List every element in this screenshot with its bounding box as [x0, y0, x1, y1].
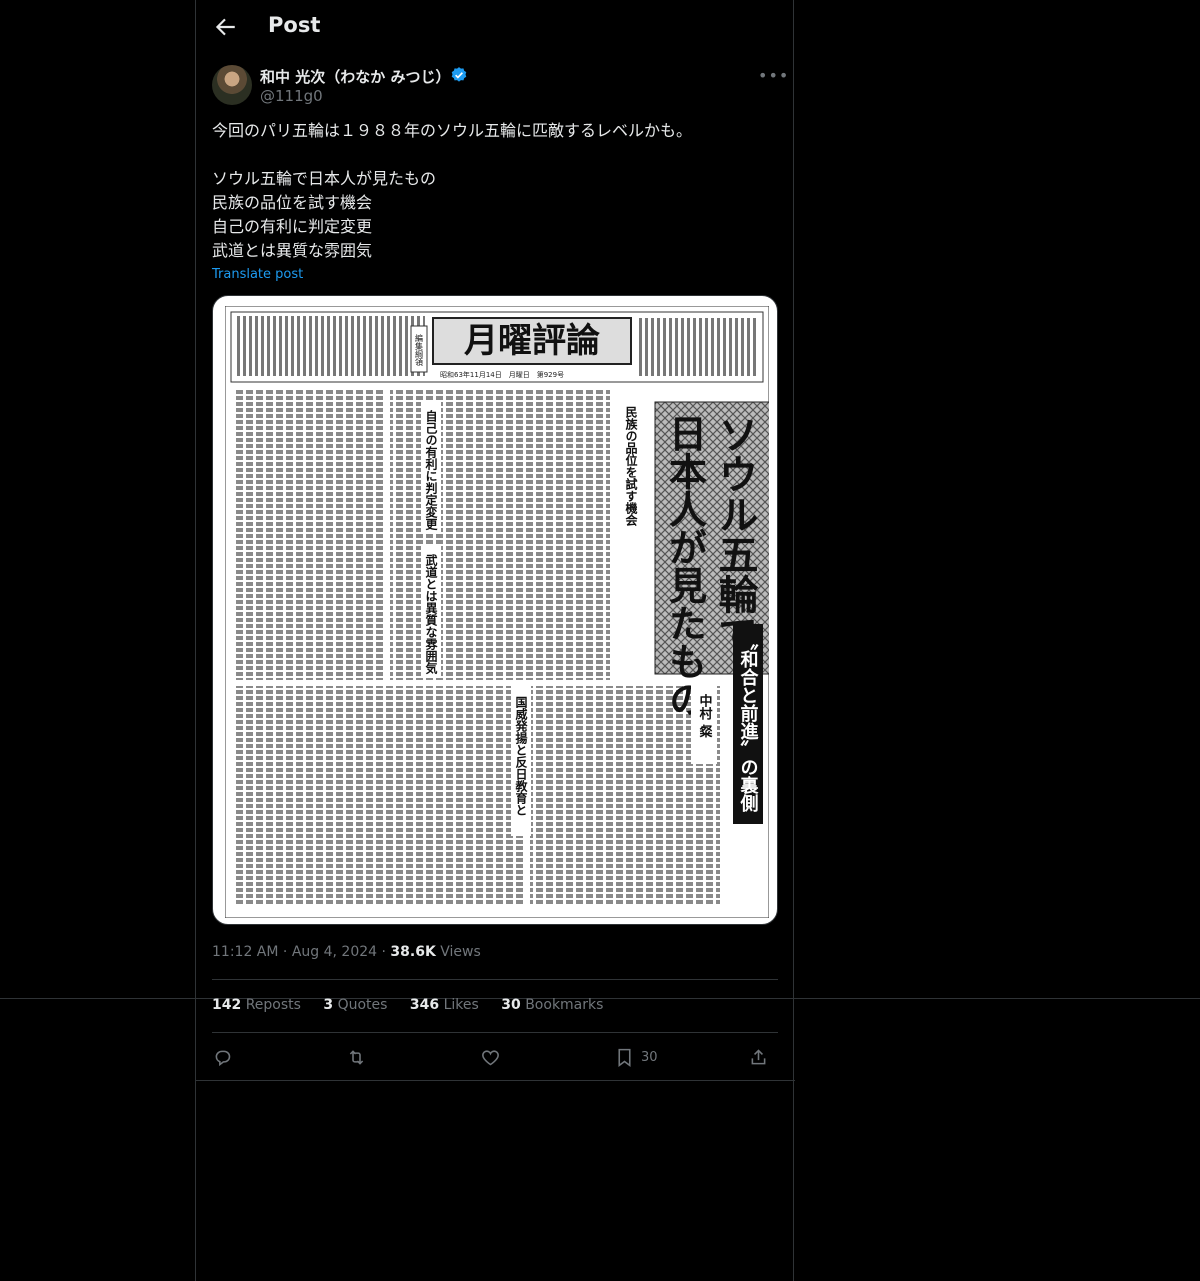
- newspaper-date-line: 昭和63年11月14日 月曜日 第929号: [440, 370, 564, 379]
- newspaper-subhead-1: 民族の品位を試す機会: [624, 406, 638, 527]
- newspaper-box-label: 編集綱領: [415, 333, 424, 367]
- back-arrow-icon[interactable]: [212, 14, 238, 40]
- bookmark-count: 30: [641, 1049, 658, 1065]
- action-bar: 30: [212, 1042, 778, 1072]
- share-icon: [751, 1048, 766, 1064]
- bookmark-button[interactable]: 30: [614, 1042, 658, 1072]
- views-label: Views: [440, 944, 481, 960]
- post-line: [212, 143, 772, 167]
- heart-icon: [482, 1049, 499, 1065]
- post-time[interactable]: 11:12 AM: [212, 944, 278, 960]
- post-line: 武道とは異質な雰囲気: [212, 241, 373, 260]
- views-count: 38.6K: [390, 944, 436, 960]
- translate-post-link[interactable]: Translate post: [212, 267, 303, 282]
- newspaper-subhead-2: 自己の有利に判定変更: [424, 409, 438, 531]
- repost-button[interactable]: [346, 1042, 367, 1072]
- newspaper-subhead-4: 国威発揚と反日教育と: [514, 696, 528, 816]
- bookmark-icon: [618, 1048, 631, 1067]
- divider: [212, 979, 778, 980]
- post-meta: 11:12 AM · Aug 4, 2024 · 38.6K Views: [212, 944, 481, 960]
- likes-stat[interactable]: 346 Likes: [410, 997, 479, 1013]
- author-name[interactable]: 和中 光次（わなか みつじ）: [260, 66, 450, 87]
- main-column: Post 和中 光次（わなか みつじ） @111g0 ••• 今回のパリ五輪は１…: [195, 0, 795, 1281]
- reply-button[interactable]: [212, 1042, 233, 1072]
- newspaper-masthead: 月曜評論: [464, 321, 600, 361]
- newspaper-headline-2: 日本人が見たもの: [663, 414, 708, 718]
- avatar[interactable]: [212, 65, 252, 105]
- post-text: 今回のパリ五輪は１９８８年のソウル五輪に匹敵するレベルかも。 ソウル五輪で日本人…: [212, 119, 772, 263]
- post-line: 民族の品位を試す機会: [212, 193, 373, 212]
- divider: [196, 1080, 795, 1081]
- author-handle[interactable]: @111g0: [260, 87, 323, 105]
- reply-icon: [215, 1050, 231, 1066]
- engagement-stats: 142 Reposts 3 Quotes 346 Likes 30 Bookma…: [212, 997, 621, 1013]
- repost-icon: [349, 1049, 364, 1065]
- newspaper-author: 中村 粲: [697, 693, 714, 739]
- bookmarks-stat[interactable]: 30 Bookmarks: [501, 997, 603, 1013]
- post-line: ソウル五輪で日本人が見たもの: [212, 169, 437, 188]
- newspaper-side-banner: 〝和合と前進〟の裏側: [738, 632, 760, 813]
- divider: [212, 1032, 778, 1033]
- post-line: 自己の有利に判定変更: [212, 217, 373, 236]
- newspaper-headline-1: ソウル五輪で: [712, 414, 759, 654]
- more-options-icon[interactable]: •••: [758, 66, 789, 85]
- post-image[interactable]: 月曜評論 昭和63年11月14日 月曜日 第929号 編集綱領 ソウル五輪で 日…: [212, 295, 778, 925]
- header: Post: [196, 0, 795, 54]
- like-button[interactable]: [480, 1042, 501, 1072]
- newspaper-subhead-3: 武道とは異質な雰囲気: [424, 553, 438, 675]
- share-button[interactable]: [748, 1042, 769, 1072]
- quotes-stat[interactable]: 3 Quotes: [323, 997, 387, 1013]
- reposts-stat[interactable]: 142 Reposts: [212, 997, 301, 1013]
- newspaper-clipping: 月曜評論 昭和63年11月14日 月曜日 第929号 編集綱領 ソウル五輪で 日…: [225, 306, 769, 918]
- post-line: 今回のパリ五輪は１９８８年のソウル五輪に匹敵するレベルかも。: [212, 121, 693, 140]
- post-date[interactable]: Aug 4, 2024: [292, 944, 377, 960]
- verified-badge-icon[interactable]: [450, 66, 468, 84]
- page-title: Post: [268, 13, 321, 37]
